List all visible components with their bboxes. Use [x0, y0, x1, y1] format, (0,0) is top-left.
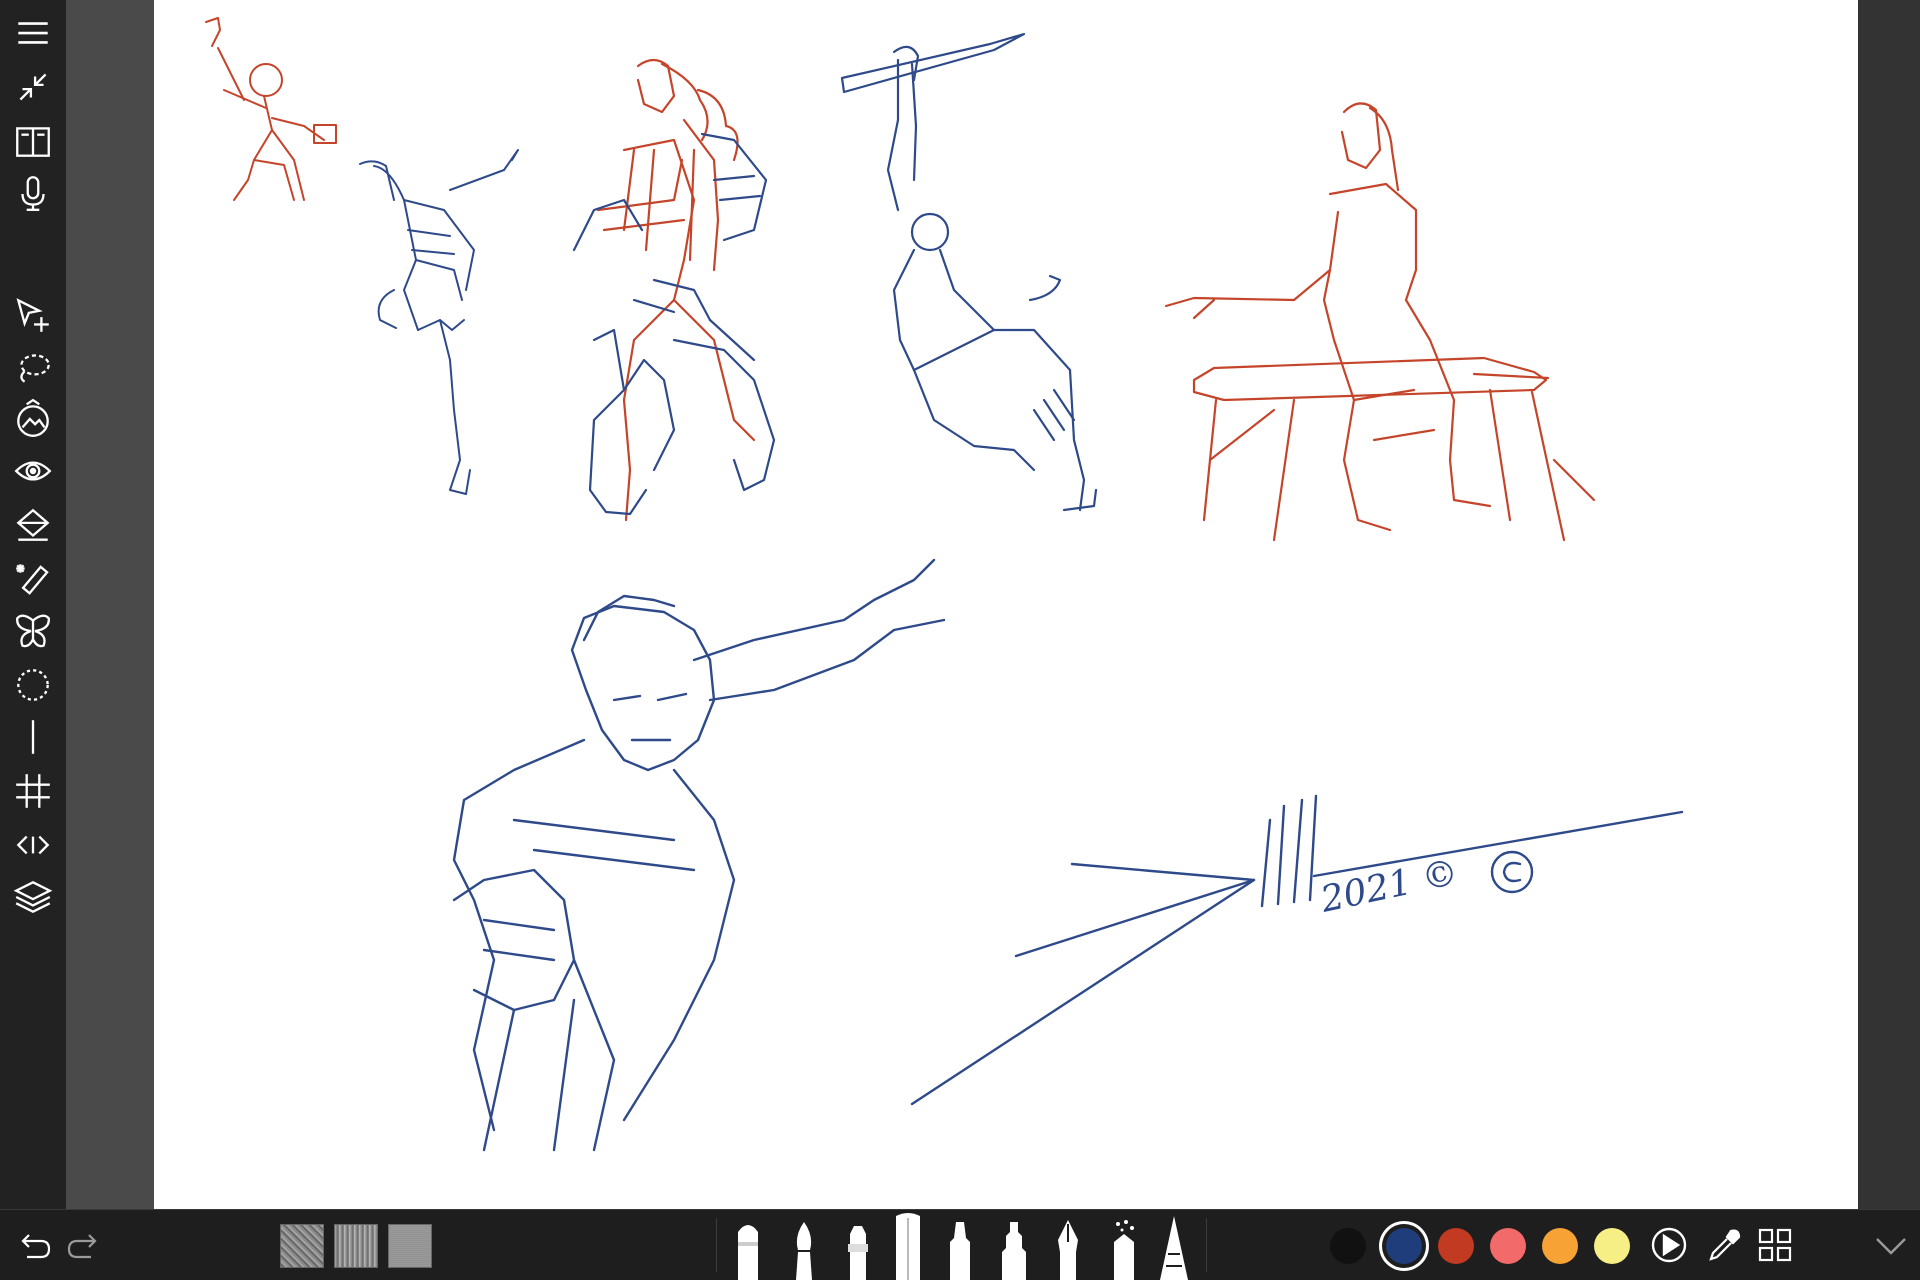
- color-swatch-orange[interactable]: [1542, 1228, 1578, 1264]
- eyedropper-icon[interactable]: [1700, 1220, 1750, 1270]
- import-image-icon[interactable]: [8, 394, 58, 444]
- ink-pen-brush-icon[interactable]: [1050, 1218, 1086, 1280]
- sketch-artwork: 2021 ©: [205, 17, 1684, 1152]
- microphone-icon[interactable]: [8, 168, 58, 218]
- redo-icon[interactable]: [60, 1220, 110, 1270]
- perspective-guide-icon[interactable]: [8, 820, 58, 870]
- collapse-icon[interactable]: [8, 62, 58, 112]
- pencil-brush-icon[interactable]: [730, 1218, 766, 1280]
- texture-grain[interactable]: [388, 1224, 432, 1268]
- marker-brush-icon[interactable]: [942, 1218, 978, 1280]
- color-swatch-black[interactable]: [1330, 1228, 1366, 1264]
- sketch-red-figure-4: [1164, 102, 1596, 542]
- undo-icon[interactable]: [8, 1220, 58, 1270]
- canvas-frame: 2021 ©: [66, 0, 1920, 1210]
- fill-bucket-icon[interactable]: [8, 500, 58, 550]
- color-swatch-rust-red[interactable]: [1438, 1228, 1474, 1264]
- airbrush-icon[interactable]: [840, 1218, 876, 1280]
- ellipse-guide-icon[interactable]: [8, 660, 58, 710]
- texture-rough[interactable]: [280, 1224, 324, 1268]
- grid-guide-icon[interactable]: [8, 766, 58, 816]
- right-side-panel: [1858, 0, 1920, 1210]
- transform-icon[interactable]: [8, 290, 58, 340]
- sketch-blue-figure-5: [452, 558, 946, 1152]
- color-swatch-yellow[interactable]: [1594, 1228, 1630, 1264]
- ruler-brush-icon[interactable]: [890, 1210, 926, 1280]
- spray-brush-icon[interactable]: [1102, 1218, 1142, 1280]
- drawing-canvas[interactable]: 2021 ©: [154, 0, 1920, 1210]
- felt-tip-brush-icon[interactable]: [996, 1218, 1032, 1280]
- gallery-book-icon[interactable]: [8, 116, 58, 166]
- signature-mark: [910, 794, 1684, 1106]
- sketch-blue-figure-3: [840, 32, 1098, 512]
- color-grid-icon[interactable]: [1750, 1220, 1800, 1270]
- cone-pencil-brush-icon[interactable]: [1156, 1214, 1192, 1280]
- left-toolbar: [0, 0, 66, 1210]
- line-guide-icon[interactable]: [8, 712, 58, 762]
- chevron-down-icon[interactable]: [1866, 1220, 1916, 1270]
- sketch-figure-2-red: [596, 58, 756, 522]
- magic-wand-icon[interactable]: [8, 554, 58, 604]
- layers-icon[interactable]: [8, 872, 58, 922]
- eye-visibility-icon[interactable]: [8, 446, 58, 496]
- sketch-red-figure-small: [205, 17, 337, 201]
- sketch-figure-2-blue: [572, 132, 776, 516]
- paintbrush-icon[interactable]: [786, 1218, 822, 1280]
- sketch-blue-figure-1: [359, 149, 519, 495]
- divider: [716, 1218, 717, 1272]
- menu-icon[interactable]: [8, 8, 58, 58]
- color-swatch-salmon[interactable]: [1490, 1228, 1526, 1264]
- texture-woven[interactable]: [334, 1224, 378, 1268]
- divider: [1206, 1218, 1207, 1272]
- color-swatch-navy[interactable]: [1386, 1228, 1422, 1264]
- bottom-toolbar: [0, 1209, 1920, 1280]
- symmetry-butterfly-icon[interactable]: [8, 606, 58, 656]
- lasso-select-icon[interactable]: [8, 342, 58, 392]
- color-wheel-play-icon[interactable]: [1644, 1220, 1694, 1270]
